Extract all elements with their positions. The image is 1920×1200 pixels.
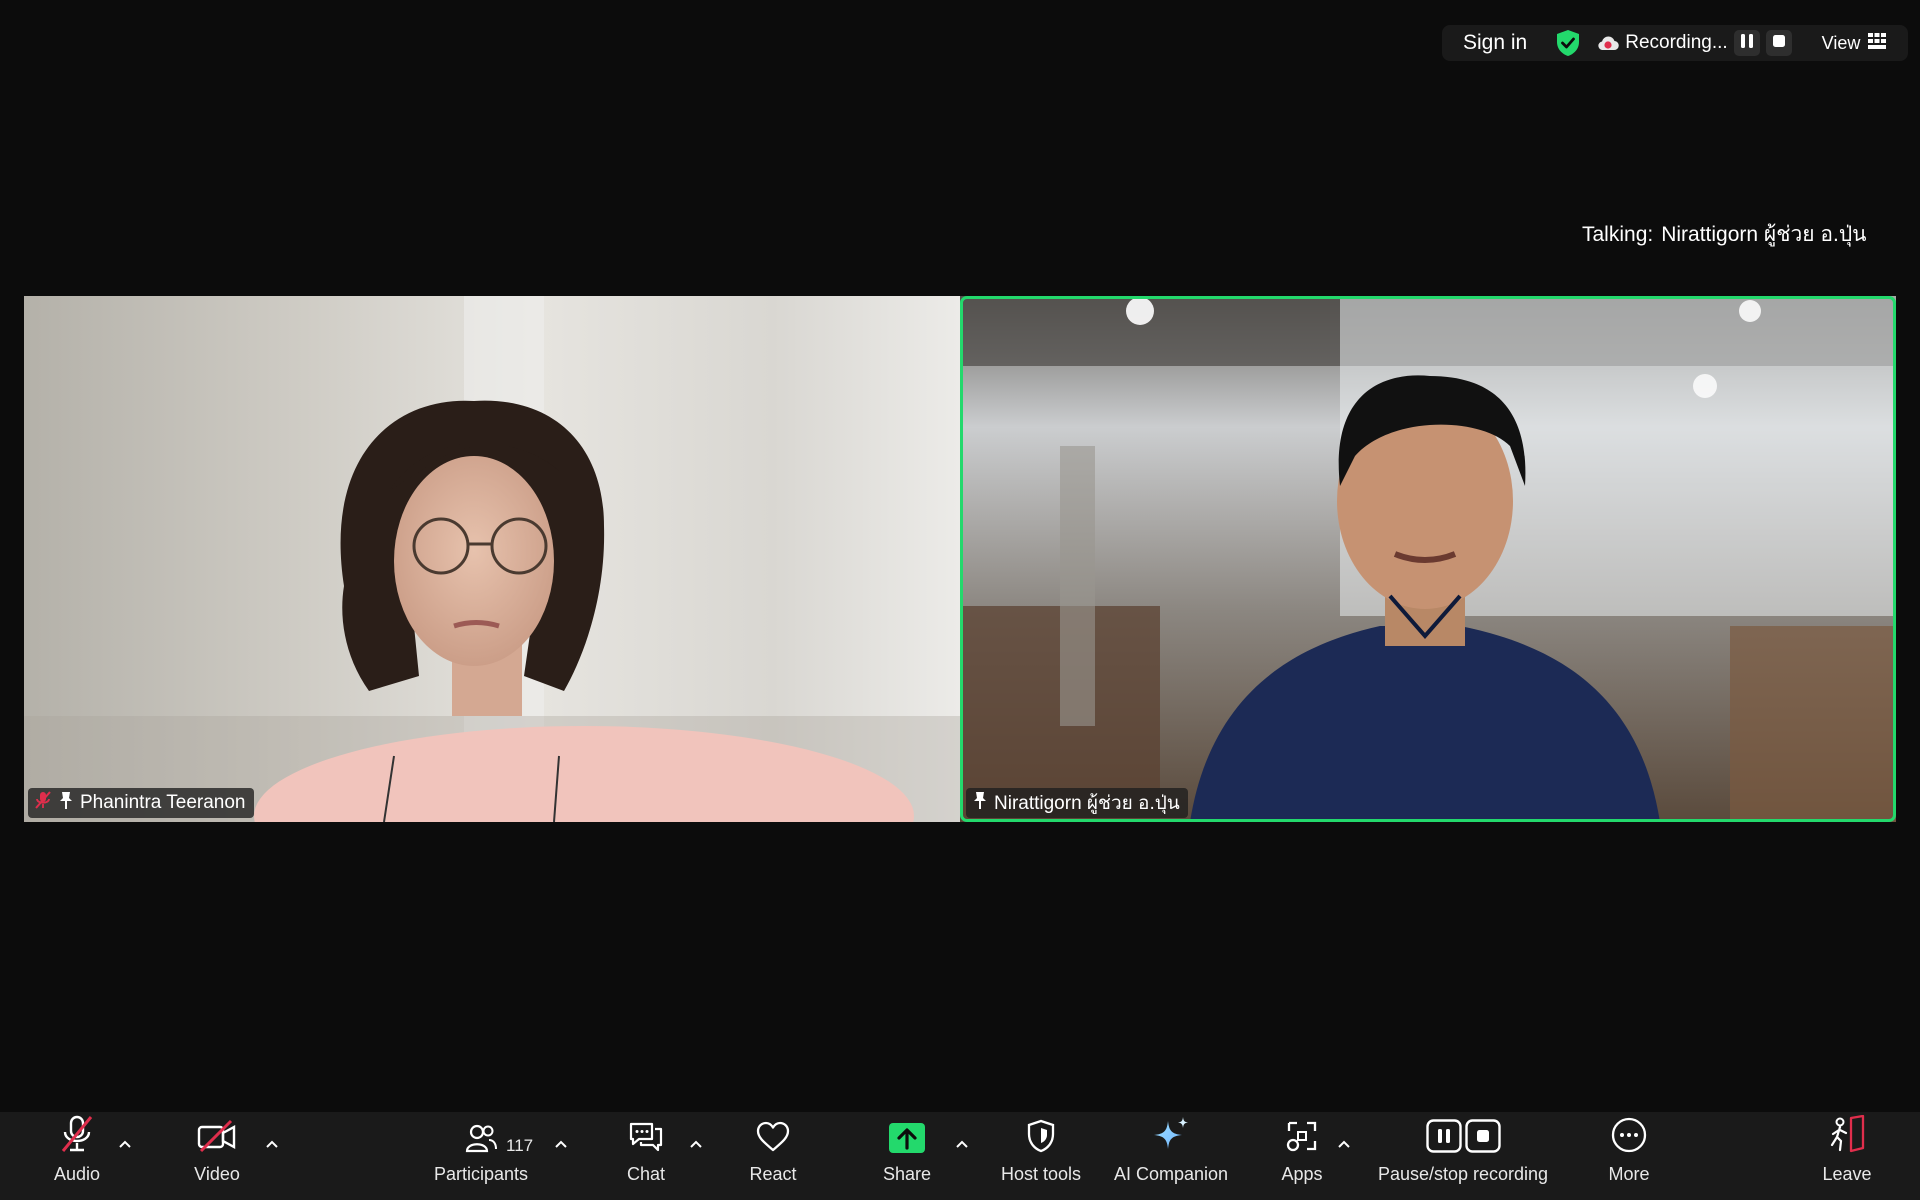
participants-options-caret[interactable] <box>552 1134 570 1154</box>
sign-in-link[interactable]: Sign in <box>1463 31 1527 55</box>
mic-muted-icon <box>34 790 52 816</box>
grid-icon <box>1868 32 1887 54</box>
talking-name: Nirattigorn ผู้ช่วย อ.ปุ่น <box>1661 223 1867 246</box>
participant-nametag: Phanintra Teeranon <box>28 788 254 818</box>
leave-label: Leave <box>1822 1164 1872 1184</box>
participants-count: 117 <box>506 1136 534 1155</box>
video-tile-phanintra[interactable]: Phanintra Teeranon <box>24 296 960 822</box>
participant-name: Phanintra Teeranon <box>80 792 246 813</box>
chevron-up-icon <box>119 1135 131 1153</box>
chevron-up-icon <box>1338 1135 1350 1153</box>
talking-indicator: Talking: Nirattigorn ผู้ช่วย อ.ปุ่น <box>1582 218 1867 251</box>
participants-icon <box>465 1123 497 1158</box>
participants-label: Participants <box>433 1164 529 1184</box>
participant-video-feed <box>24 296 960 822</box>
share-arrow-icon <box>889 1123 925 1158</box>
video-options-caret[interactable] <box>263 1134 281 1154</box>
ai-companion-label: AI Companion <box>1113 1164 1229 1184</box>
view-label: View <box>1821 32 1861 53</box>
pin-icon <box>972 790 988 816</box>
meeting-toolbar: Audio Video Participants 117 Chat React … <box>0 1112 1920 1200</box>
share-label: Share <box>882 1164 932 1184</box>
pause-stop-label: Pause/stop recording <box>1377 1164 1549 1184</box>
participant-video-feed <box>960 296 1896 822</box>
chat-icon <box>628 1119 664 1158</box>
chat-button[interactable]: Chat <box>614 1112 678 1200</box>
cloud-record-icon <box>1597 34 1619 52</box>
apps-label: Apps <box>1281 1164 1323 1184</box>
react-button[interactable]: React <box>740 1112 806 1200</box>
stop-icon <box>1772 34 1786 53</box>
participant-name: Nirattigorn ผู้ช่วย อ.ปุ่น <box>994 793 1180 814</box>
chevron-up-icon <box>555 1135 567 1153</box>
video-label: Video <box>194 1164 240 1184</box>
chevron-up-icon <box>690 1135 702 1153</box>
chat-options-caret[interactable] <box>687 1134 705 1154</box>
pause-icon <box>1740 33 1754 54</box>
ai-companion-button[interactable]: AI Companion <box>1110 1112 1232 1200</box>
audio-label: Audio <box>53 1164 101 1184</box>
sparkle-icon <box>1152 1115 1190 1158</box>
stop-recording-button[interactable] <box>1765 30 1792 56</box>
host-tools-label: Host tools <box>1000 1164 1082 1184</box>
leave-door-icon <box>1827 1114 1867 1158</box>
chevron-up-icon <box>956 1135 968 1153</box>
video-tile-nirattigorn[interactable]: Nirattigorn ผู้ช่วย อ.ปุ่น <box>960 296 1896 822</box>
more-label: More <box>1608 1164 1650 1184</box>
apps-icon <box>1285 1119 1319 1158</box>
shield-check-icon[interactable] <box>1555 29 1581 57</box>
stop-icon <box>1464 1119 1501 1158</box>
mic-muted-icon <box>59 1115 95 1158</box>
pause-icon <box>1425 1119 1462 1158</box>
more-dots-icon <box>1611 1117 1647 1158</box>
apps-options-caret[interactable] <box>1335 1134 1353 1154</box>
audio-button[interactable]: Audio <box>40 1112 114 1200</box>
recording-status-text: Recording... <box>1625 32 1728 53</box>
participant-nametag: Nirattigorn ผู้ช่วย อ.ปุ่น <box>966 788 1188 818</box>
share-button[interactable]: Share <box>876 1112 938 1200</box>
video-off-icon <box>197 1119 237 1158</box>
participants-button[interactable]: Participants <box>425 1112 537 1200</box>
leave-button[interactable]: Leave <box>1818 1112 1876 1200</box>
share-options-caret[interactable] <box>953 1134 971 1154</box>
pause-recording-button[interactable] <box>1733 30 1760 56</box>
apps-button[interactable]: Apps <box>1270 1112 1334 1200</box>
chat-label: Chat <box>626 1164 666 1184</box>
view-button[interactable]: View <box>1821 32 1887 54</box>
host-tools-button[interactable]: Host tools <box>994 1112 1088 1200</box>
shield-icon <box>1026 1119 1056 1158</box>
audio-options-caret[interactable] <box>116 1134 134 1154</box>
pin-icon <box>58 790 74 816</box>
video-button[interactable]: Video <box>180 1112 254 1200</box>
meeting-status-bar: Sign in Recording... View <box>1442 25 1908 61</box>
pause-stop-recording-button[interactable]: Pause/stop recording <box>1372 1112 1554 1200</box>
more-button[interactable]: More <box>1598 1112 1660 1200</box>
heart-icon <box>755 1121 791 1158</box>
chevron-up-icon <box>266 1135 278 1153</box>
react-label: React <box>749 1164 797 1184</box>
talking-label: Talking: <box>1582 223 1654 246</box>
